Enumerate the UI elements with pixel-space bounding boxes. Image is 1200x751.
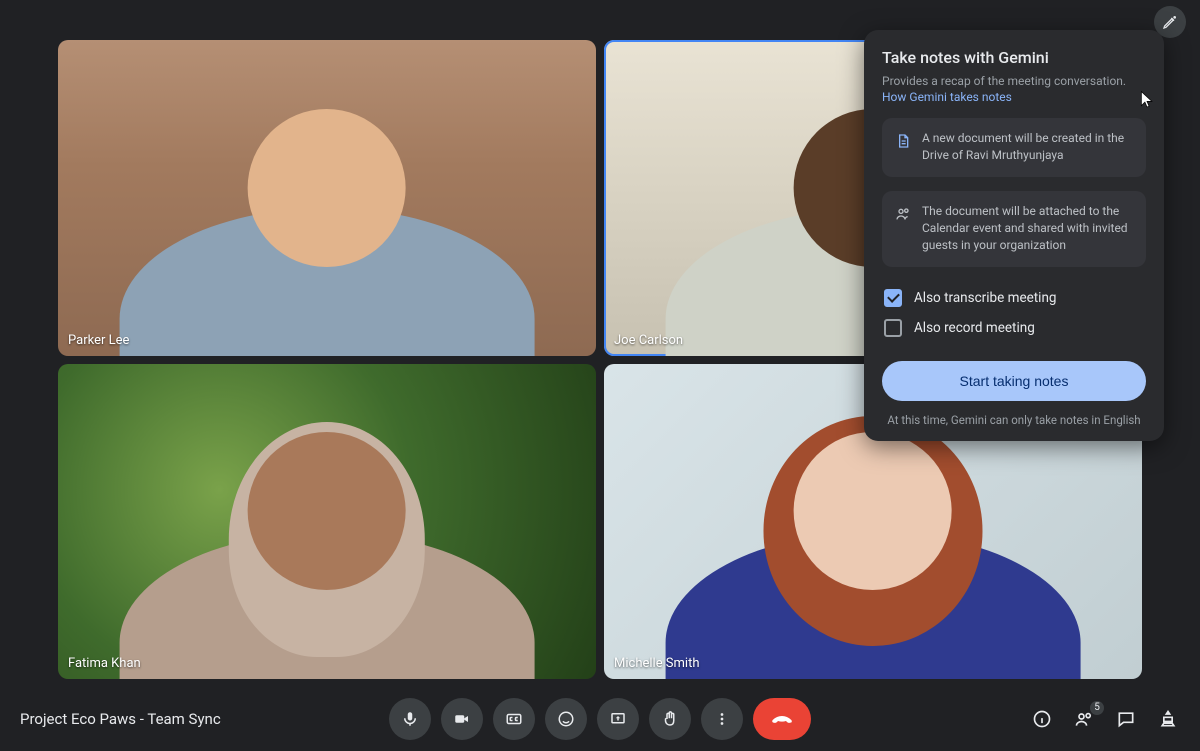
info-card-calendar: The document will be attached to the Cal…: [882, 191, 1146, 267]
panel-disclaimer: At this time, Gemini can only take notes…: [882, 413, 1146, 427]
checkbox-label: Also record meeting: [914, 320, 1035, 336]
panel-title: Take notes with Gemini: [882, 48, 1146, 67]
chat-button[interactable]: [1114, 707, 1138, 731]
info-text: A new document will be created in the Dr…: [922, 131, 1124, 162]
participant-tile[interactable]: Fatima Khan: [58, 364, 596, 680]
record-checkbox[interactable]: Also record meeting: [884, 313, 1144, 343]
meeting-title: Project Eco Paws - Team Sync: [20, 710, 221, 728]
more-options-button[interactable]: [701, 698, 743, 740]
people-icon: [894, 205, 912, 223]
camera-button[interactable]: [441, 698, 483, 740]
call-controls: [389, 698, 811, 740]
participant-name: Joe Carlson: [614, 333, 683, 348]
captions-button[interactable]: [493, 698, 535, 740]
bottom-bar: Project Eco Paws - Team Sync: [0, 687, 1200, 751]
document-icon: [894, 132, 912, 150]
raise-hand-button[interactable]: [649, 698, 691, 740]
mic-button[interactable]: [389, 698, 431, 740]
participant-figure: [139, 87, 516, 355]
checkbox-label: Also transcribe meeting: [914, 290, 1057, 306]
participant-tile[interactable]: Parker Lee: [58, 40, 596, 356]
participant-figure: [685, 411, 1062, 679]
activities-button[interactable]: [1156, 707, 1180, 731]
participant-name: Fatima Khan: [68, 656, 141, 671]
people-button[interactable]: 5: [1072, 707, 1096, 731]
participant-figure: [139, 411, 516, 679]
hangup-button[interactable]: [753, 698, 811, 740]
checkbox-icon: [884, 289, 902, 307]
participant-name: Michelle Smith: [614, 656, 700, 671]
gemini-notes-panel: Take notes with Gemini Provides a recap …: [864, 30, 1164, 441]
checkbox-icon: [884, 319, 902, 337]
info-text: The document will be attached to the Cal…: [922, 204, 1128, 253]
meet-app: Parker Lee Joe Carlson Fatima Khan Miche…: [0, 0, 1200, 751]
present-button[interactable]: [597, 698, 639, 740]
reactions-button[interactable]: [545, 698, 587, 740]
start-taking-notes-button[interactable]: Start taking notes: [882, 361, 1146, 401]
participant-name: Parker Lee: [68, 333, 129, 348]
participant-count-badge: 5: [1090, 701, 1104, 715]
meeting-details-button[interactable]: [1030, 707, 1054, 731]
info-card-drive: A new document will be created in the Dr…: [882, 118, 1146, 177]
options-group: Also transcribe meeting Also record meet…: [884, 283, 1144, 343]
how-gemini-link[interactable]: How Gemini takes notes: [882, 90, 1146, 104]
transcribe-checkbox[interactable]: Also transcribe meeting: [884, 283, 1144, 313]
right-controls: 5: [1030, 707, 1180, 731]
panel-subtitle: Provides a recap of the meeting conversa…: [882, 73, 1146, 90]
